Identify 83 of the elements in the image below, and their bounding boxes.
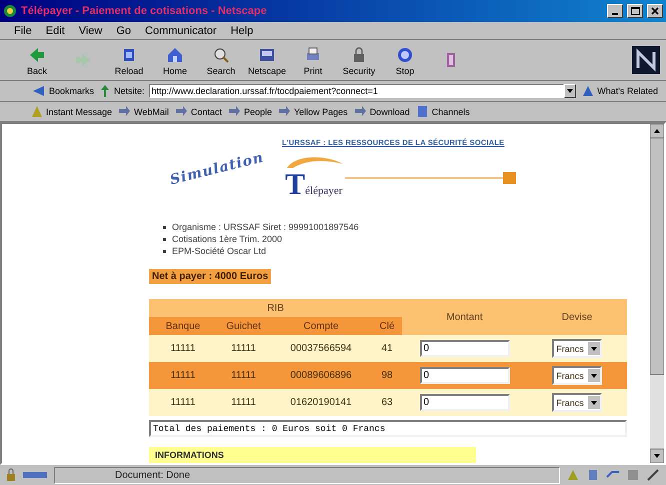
maximize-icon <box>630 7 640 15</box>
bookmark-link[interactable]: Channels <box>416 105 470 118</box>
bullet-icon <box>163 250 166 252</box>
column-header: Montant <box>402 299 528 335</box>
toolbar-button[interactable]: Back <box>14 42 60 78</box>
detail-text: Organisme : URSSAF Siret : 99991001897546 <box>172 221 359 233</box>
table-cell: 11111 <box>149 362 217 389</box>
app-icon <box>3 4 17 18</box>
table-cell: 11111 <box>149 335 217 362</box>
lock-icon[interactable] <box>6 468 16 482</box>
window-title: Télépayer - Paiement de cotisations - Netscape <box>21 5 268 17</box>
currency-dropdown[interactable]: Francs <box>552 339 602 358</box>
link-icon <box>228 105 241 118</box>
dropdown-icon <box>567 89 574 93</box>
net-amount-label: Net à payer : 4000 Euros <box>149 269 272 284</box>
column-header: Banque <box>149 317 217 335</box>
component-icon[interactable] <box>646 468 660 482</box>
menu-item[interactable]: Edit <box>40 24 71 36</box>
table-cell: 63 <box>372 389 402 416</box>
location-label: Netsite: <box>114 86 145 96</box>
throbber-icon[interactable] <box>632 46 660 74</box>
amount-field[interactable]: 0 <box>420 340 510 357</box>
total-field[interactable]: Total des paiements : 0 Euros soit 0 Francs <box>149 420 627 437</box>
bookmark-link[interactable]: Instant Message <box>30 105 112 118</box>
status-text: Document: Done <box>54 466 560 484</box>
currency-dropdown[interactable]: Francs <box>552 366 602 385</box>
column-header: Guichet <box>217 317 270 335</box>
column-header: Compte <box>270 317 372 335</box>
currency-dropdown[interactable]: Francs <box>552 393 602 412</box>
toolbar-button[interactable]: Stop <box>382 42 428 78</box>
maximize-button[interactable] <box>627 4 643 18</box>
toolbar-button[interactable]: Reload <box>106 42 152 78</box>
section-header: INFORMATIONS <box>149 447 476 463</box>
dropdown-button[interactable] <box>564 84 576 98</box>
link-icon <box>278 105 291 118</box>
table-cell: 00089606896 <box>270 362 372 389</box>
link-icon <box>118 105 132 118</box>
related-button[interactable]: What's Related <box>580 85 660 97</box>
bookmark-link[interactable]: WebMail <box>118 105 169 118</box>
dropdown-icon <box>590 400 597 404</box>
bullet-icon <box>163 226 166 228</box>
link-icon <box>174 105 188 118</box>
table-cell: 11111 <box>217 389 270 416</box>
logo-text: Télépayer <box>285 168 342 202</box>
close-icon <box>651 7 659 15</box>
progress-icon <box>22 469 48 481</box>
table-cell: 11111 <box>217 362 270 389</box>
dropdown-icon <box>590 374 597 378</box>
amount-field[interactable]: 0 <box>420 367 510 384</box>
url-field[interactable]: http://www.declaration.urssaf.fr/tocdpaiement?connect=1 <box>148 84 564 98</box>
table-cell: 00037566594 <box>270 335 372 362</box>
table-cell: 01620190141 <box>270 389 372 416</box>
dropdown-icon <box>590 346 597 350</box>
toolbar-button[interactable]: Netscape <box>244 42 290 78</box>
menu-item[interactable]: Go <box>110 24 138 36</box>
bookmarks-button[interactable]: Bookmarks <box>30 85 96 97</box>
table-cell: 11111 <box>149 389 217 416</box>
toolbar-button[interactable]: Print <box>290 42 336 78</box>
column-header: Clé <box>372 317 402 335</box>
toolbar-button[interactable]: Search <box>198 42 244 78</box>
column-group-header: RIB <box>149 299 402 317</box>
close-button[interactable] <box>647 4 663 18</box>
bookmark-link[interactable]: Contact <box>174 105 222 118</box>
table-cell: 11111 <box>217 335 270 362</box>
table-cell: 41 <box>372 335 402 362</box>
table-cell: 98 <box>372 362 402 389</box>
bookmark-link[interactable]: Download <box>354 105 410 118</box>
bullet-icon <box>163 238 166 240</box>
toolbar-button[interactable]: Security <box>336 42 382 78</box>
menu-item[interactable]: View <box>72 24 108 36</box>
scrollbar[interactable] <box>650 124 664 463</box>
detail-text: EPM-Société Oscar Ltd <box>172 245 266 257</box>
bookmark-link[interactable]: People <box>228 105 272 118</box>
bookmark-link[interactable]: Yellow Pages <box>278 105 348 118</box>
menu-item[interactable]: File <box>8 24 38 36</box>
minimize-button[interactable] <box>607 4 623 18</box>
amount-field[interactable]: 0 <box>420 394 510 411</box>
column-header: Devise <box>527 299 628 335</box>
menu-item[interactable]: Help <box>224 24 260 36</box>
link-icon <box>354 105 367 118</box>
toolbar-button[interactable]: Home <box>152 42 198 78</box>
menu-item[interactable]: Communicator <box>139 24 223 36</box>
detail-text: Cotisations 1ère Trim. 2000 <box>172 233 282 245</box>
